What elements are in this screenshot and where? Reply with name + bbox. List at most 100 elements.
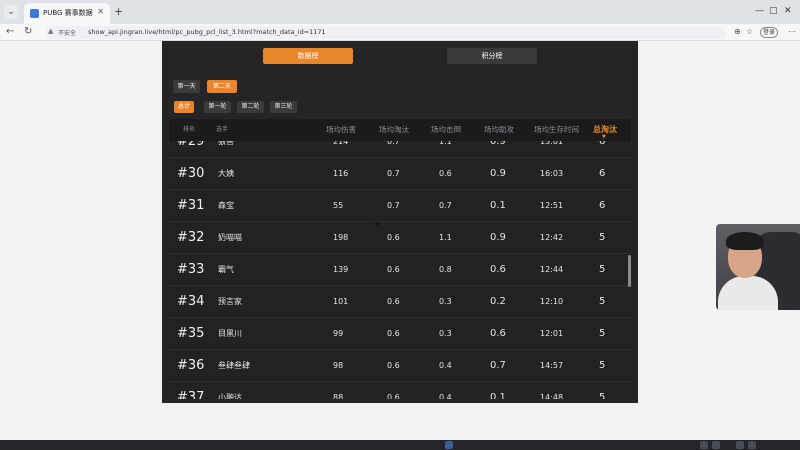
taskbar-app-icon[interactable]	[712, 441, 720, 449]
chevron-down-icon[interactable]: ⌄	[4, 5, 18, 19]
taskbar-app-icon[interactable]	[736, 441, 744, 449]
tab-title: PUBG 赛事数据	[43, 9, 93, 17]
cell-rank: #31	[177, 198, 205, 213]
cell-avg-knocks: 0.7	[439, 201, 452, 210]
table-row[interactable]: #37 小翀达 88 0.6 0.4 0.1 14:48 5	[169, 382, 631, 399]
cell-avg-knocks: 0.3	[439, 297, 452, 306]
cell-player: 预言家	[218, 297, 242, 306]
tab-round-2[interactable]: 第二轮	[237, 101, 264, 113]
back-arrow-icon[interactable]: ←	[6, 26, 14, 37]
cell-player: 大姨	[218, 169, 234, 178]
cell-avg-assists: 0.6	[490, 264, 506, 275]
tab-round-1[interactable]: 第一轮	[204, 101, 231, 113]
cell-avg-kills: 0.6	[387, 297, 400, 306]
stats-table[interactable]: 排名 选手 场均伤害 场均淘汰 场均击倒 场均助攻 场均生存时间 总淘汰 ▼ #…	[169, 119, 631, 399]
header-player[interactable]: 选手	[216, 119, 228, 141]
cell-avg-survival: 14:48	[540, 393, 564, 399]
cell-total-kills: 6	[599, 200, 606, 211]
plus-icon[interactable]: +	[114, 5, 123, 18]
browser-tab[interactable]: PUBG 赛事数据 ✕	[24, 3, 110, 24]
header-avg-kills[interactable]: 场均淘汰	[379, 119, 409, 141]
cell-avg-knocks: 1.1	[439, 233, 452, 242]
minimize-icon[interactable]: —	[755, 6, 764, 16]
stats-panel: 数据榜 积分榜 第一天 第二天 总计 第一轮 第二轮 第三轮 排名 选手 场均伤…	[162, 41, 638, 403]
tab-round-3[interactable]: 第三轮	[270, 101, 297, 113]
table-row[interactable]: #34 预言家 101 0.6 0.3 0.2 12:10 5	[169, 286, 631, 318]
cell-total-kills: 5	[599, 392, 606, 399]
more-icon[interactable]: ⋯	[788, 27, 796, 36]
taskbar	[0, 440, 800, 450]
table-row[interactable]: #33 霸气 139 0.6 0.8 0.6 12:44 5	[169, 254, 631, 286]
mouse-cursor-icon: ➤	[374, 220, 380, 228]
cell-avg-kills: 0.6	[387, 393, 400, 399]
cell-avg-assists: 0.1	[490, 200, 506, 211]
tab-day-2[interactable]: 第二天	[207, 80, 237, 93]
cell-avg-kills: 0.6	[387, 233, 400, 242]
cell-rank: #35	[177, 326, 205, 341]
cell-avg-knocks: 0.3	[439, 329, 452, 338]
close-icon[interactable]: ✕	[97, 7, 104, 16]
cell-player: 叁肆叁肆	[218, 361, 250, 370]
cell-avg-kills: 0.7	[387, 169, 400, 178]
cell-avg-damage: 98	[333, 361, 344, 370]
cell-total-kills: 5	[599, 296, 606, 307]
cell-avg-survival: 12:42	[540, 233, 564, 242]
browser-tab-bar: ⌄ PUBG 赛事数据 ✕ + — ▢ ✕	[0, 0, 800, 24]
refresh-icon[interactable]: ↻	[24, 26, 32, 37]
login-button[interactable]: 登录	[760, 27, 778, 38]
cell-avg-survival: 12:44	[540, 265, 564, 274]
cell-avg-assists: 0.9	[490, 168, 506, 179]
table-row[interactable]: #35 目黑川 99 0.6 0.3 0.6 12:01 5	[169, 318, 631, 350]
translate-icon[interactable]: ⊕	[734, 27, 741, 36]
cell-avg-kills: 0.7	[387, 201, 400, 210]
cell-avg-assists: 0.7	[490, 360, 506, 371]
table-row[interactable]: #32 奶喵喵 198 0.6 1.1 0.9 12:42 5	[169, 222, 631, 254]
tab-round-total[interactable]: 总计	[174, 101, 194, 113]
star-icon[interactable]: ☆	[746, 27, 753, 36]
scrollbar-thumb[interactable]	[628, 255, 631, 287]
cell-avg-survival: 12:10	[540, 297, 564, 306]
cell-avg-kills: 0.6	[387, 265, 400, 274]
taskbar-app-icon[interactable]	[445, 441, 453, 449]
webcam-overlay	[716, 224, 800, 310]
table-row[interactable]: #30 大姨 116 0.7 0.6 0.9 16:03 6	[169, 158, 631, 190]
table-row[interactable]: #31 森宝 55 0.7 0.7 0.1 12:51 6	[169, 190, 631, 222]
tab-day-1[interactable]: 第一天	[173, 80, 200, 93]
site-favicon-icon	[30, 9, 39, 18]
table-row[interactable]: #36 叁肆叁肆 98 0.6 0.4 0.7 14:57 5	[169, 350, 631, 382]
cell-avg-damage: 139	[333, 265, 349, 274]
taskbar-app-icon[interactable]	[748, 441, 756, 449]
header-avg-survival[interactable]: 场均生存时间	[534, 119, 579, 141]
cell-total-kills: 6	[599, 168, 606, 179]
tab-data-board[interactable]: 数据榜	[263, 48, 353, 64]
cell-avg-survival: 16:03	[540, 169, 564, 178]
cell-avg-knocks: 0.4	[439, 393, 452, 399]
cell-avg-damage: 55	[333, 201, 344, 210]
cell-rank: #33	[177, 262, 205, 277]
cell-avg-assists: 0.6	[490, 328, 506, 339]
cell-player: 目黑川	[218, 329, 242, 338]
header-avg-damage[interactable]: 场均伤害	[326, 119, 356, 141]
cell-avg-assists: 0.9	[490, 232, 506, 243]
close-window-icon[interactable]: ✕	[784, 6, 792, 16]
taskbar-app-icon[interactable]	[700, 441, 708, 449]
tab-points-board[interactable]: 积分榜	[447, 48, 537, 64]
address-bar-row: ← ↻ ▲ 不安全 show_api.jingran.live/html/pc_…	[0, 24, 800, 41]
cell-avg-kills: 0.6	[387, 361, 400, 370]
cell-player: 小翀达	[218, 393, 242, 399]
maximize-icon[interactable]: ▢	[769, 6, 778, 16]
table-header: 排名 选手 场均伤害 场均淘汰 场均击倒 场均助攻 场均生存时间 总淘汰 ▼	[169, 119, 631, 141]
header-avg-assists[interactable]: 场均助攻	[484, 119, 514, 141]
header-total-kills[interactable]: 总淘汰 ▼	[593, 119, 617, 141]
cell-avg-survival: 14:57	[540, 361, 564, 370]
header-rank[interactable]: 排名	[183, 119, 195, 141]
cell-player: 森宝	[218, 201, 234, 210]
header-avg-knocks[interactable]: 场均击倒	[431, 119, 461, 141]
url-field[interactable]: ▲ 不安全 show_api.jingran.live/html/pc_pubg…	[46, 26, 726, 39]
person-hair	[726, 232, 764, 250]
cell-avg-damage: 88	[333, 393, 344, 399]
cell-avg-survival: 12:51	[540, 201, 564, 210]
cell-player: 奶喵喵	[218, 233, 242, 242]
cell-total-kills: 5	[599, 264, 606, 275]
not-secure-label: 不安全	[58, 30, 77, 37]
